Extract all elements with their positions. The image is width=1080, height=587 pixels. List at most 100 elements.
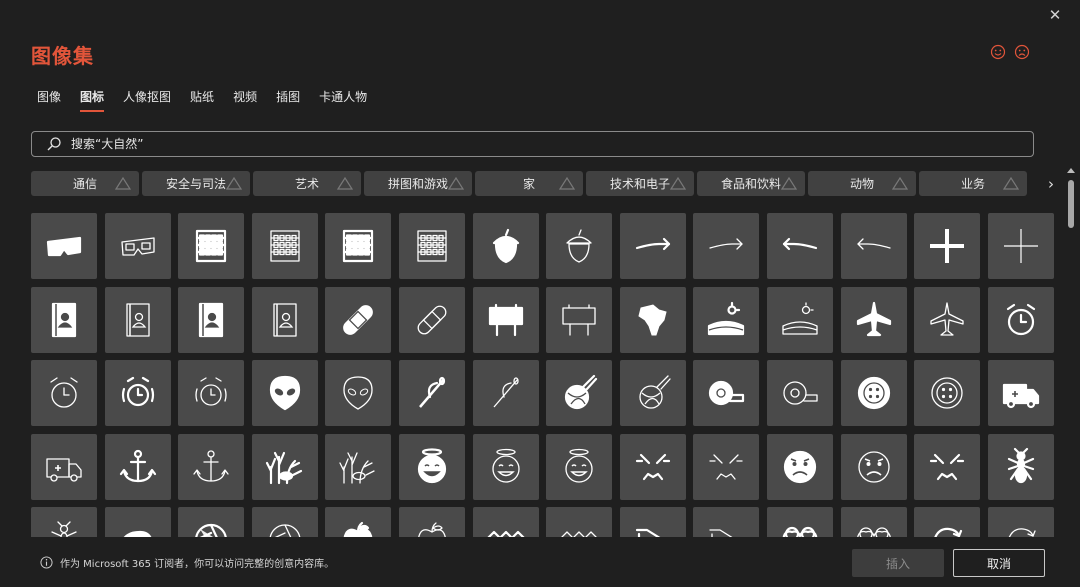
icon-tile[interactable] — [252, 360, 318, 426]
category-pill[interactable]: 艺术 — [253, 171, 361, 196]
tab-stickers[interactable]: 贴纸 — [190, 88, 214, 112]
icon-tile[interactable] — [178, 213, 244, 279]
icon-tile[interactable] — [841, 287, 907, 353]
icon-tile[interactable] — [31, 507, 97, 537]
icon-tile[interactable] — [178, 287, 244, 353]
icon-tile[interactable] — [31, 213, 97, 279]
icon-tile[interactable] — [31, 360, 97, 426]
icon-tile[interactable] — [325, 434, 391, 500]
icon-tile[interactable] — [620, 360, 686, 426]
tab-images[interactable]: 图像 — [37, 88, 61, 112]
icon-tile[interactable] — [841, 360, 907, 426]
icon-tile[interactable] — [546, 434, 612, 500]
close-button[interactable]: ✕ — [1044, 4, 1066, 26]
icon-tile[interactable] — [546, 213, 612, 279]
category-pill[interactable]: 业务 — [919, 171, 1027, 196]
farm-icon — [707, 301, 745, 336]
icon-tile[interactable] — [620, 434, 686, 500]
icon-tile[interactable] — [693, 507, 759, 537]
icon-tile[interactable] — [399, 287, 465, 353]
icon-tile[interactable] — [31, 434, 97, 500]
grid-scrollbar[interactable] — [1066, 168, 1076, 538]
icon-tile[interactable] — [31, 287, 97, 353]
icon-tile[interactable] — [399, 360, 465, 426]
cancel-button[interactable]: 取消 — [953, 549, 1045, 577]
acorn-icon — [492, 228, 520, 264]
icon-tile[interactable] — [988, 287, 1054, 353]
icon-tile[interactable] — [620, 287, 686, 353]
icon-tile[interactable] — [473, 360, 539, 426]
icon-tile[interactable] — [767, 434, 833, 500]
icon-tile[interactable] — [767, 287, 833, 353]
icon-tile[interactable] — [105, 213, 171, 279]
abacus-outline-icon — [417, 230, 447, 262]
icon-tile[interactable] — [546, 360, 612, 426]
icon-tile[interactable] — [914, 213, 980, 279]
category-pill[interactable]: 安全与司法 — [142, 171, 250, 196]
icon-tile[interactable] — [988, 360, 1054, 426]
icon-tile[interactable] — [252, 507, 318, 537]
scroll-up-icon[interactable] — [1067, 168, 1075, 173]
icon-tile[interactable] — [693, 287, 759, 353]
icon-tile[interactable] — [399, 507, 465, 537]
icon-tile[interactable] — [767, 507, 833, 537]
icon-tile[interactable] — [620, 213, 686, 279]
icon-tile[interactable] — [325, 213, 391, 279]
smile-feedback-icon[interactable] — [990, 44, 1006, 60]
icon-tile[interactable] — [252, 213, 318, 279]
scroll-thumb[interactable] — [1068, 180, 1074, 228]
icon-tile[interactable] — [693, 360, 759, 426]
category-pill[interactable]: 拼图和游戏 — [364, 171, 472, 196]
icon-tile[interactable] — [105, 287, 171, 353]
icon-tile[interactable] — [988, 213, 1054, 279]
icon-tile[interactable] — [325, 360, 391, 426]
categories-next-button[interactable]: › — [1043, 173, 1059, 195]
category-pill[interactable]: 通信 — [31, 171, 139, 196]
icon-tile[interactable] — [252, 434, 318, 500]
icon-tile[interactable] — [841, 434, 907, 500]
frown-feedback-icon[interactable] — [1014, 44, 1030, 60]
icon-tile[interactable] — [399, 213, 465, 279]
icon-tile[interactable] — [105, 434, 171, 500]
icon-tile[interactable] — [693, 213, 759, 279]
icon-tile[interactable] — [178, 360, 244, 426]
icon-tile[interactable] — [178, 434, 244, 500]
tab-videos[interactable]: 视频 — [233, 88, 257, 112]
angel-face-outline-icon — [492, 448, 520, 483]
icon-tile[interactable] — [914, 287, 980, 353]
icon-tile[interactable] — [399, 434, 465, 500]
icon-tile[interactable] — [178, 507, 244, 537]
icon-tile[interactable] — [914, 434, 980, 500]
icon-tile[interactable] — [325, 507, 391, 537]
icon-tile[interactable] — [841, 213, 907, 279]
icon-tile[interactable] — [105, 507, 171, 537]
tab-illustrations[interactable]: 插图 — [276, 88, 300, 112]
tab-cartoon-people[interactable]: 卡通人物 — [319, 88, 367, 112]
icon-tile[interactable] — [473, 287, 539, 353]
icon-tile[interactable] — [546, 507, 612, 537]
category-pill[interactable]: 技术和电子 — [586, 171, 694, 196]
tab-cutout-people[interactable]: 人像抠图 — [123, 88, 171, 112]
icon-tile[interactable] — [620, 507, 686, 537]
search-input[interactable] — [71, 137, 971, 151]
icon-tile[interactable] — [473, 434, 539, 500]
icon-tile[interactable] — [988, 434, 1054, 500]
icon-tile[interactable] — [105, 360, 171, 426]
icon-tile[interactable] — [914, 360, 980, 426]
icon-tile[interactable] — [546, 287, 612, 353]
icon-tile[interactable] — [325, 287, 391, 353]
icon-tile[interactable] — [767, 360, 833, 426]
icon-tile[interactable] — [988, 507, 1054, 537]
icon-tile[interactable] — [767, 213, 833, 279]
icon-tile[interactable] — [473, 507, 539, 537]
icon-tile[interactable] — [914, 507, 980, 537]
icon-tile[interactable] — [841, 507, 907, 537]
category-pill[interactable]: 家 — [475, 171, 583, 196]
icon-tile[interactable] — [473, 213, 539, 279]
icon-tile[interactable] — [252, 287, 318, 353]
icon-tile[interactable] — [693, 434, 759, 500]
category-pill[interactable]: 食品和饮料 — [697, 171, 805, 196]
category-pill[interactable]: 动物 — [808, 171, 916, 196]
insert-button[interactable]: 插入 — [852, 549, 944, 577]
tab-icons[interactable]: 图标 — [80, 88, 105, 112]
